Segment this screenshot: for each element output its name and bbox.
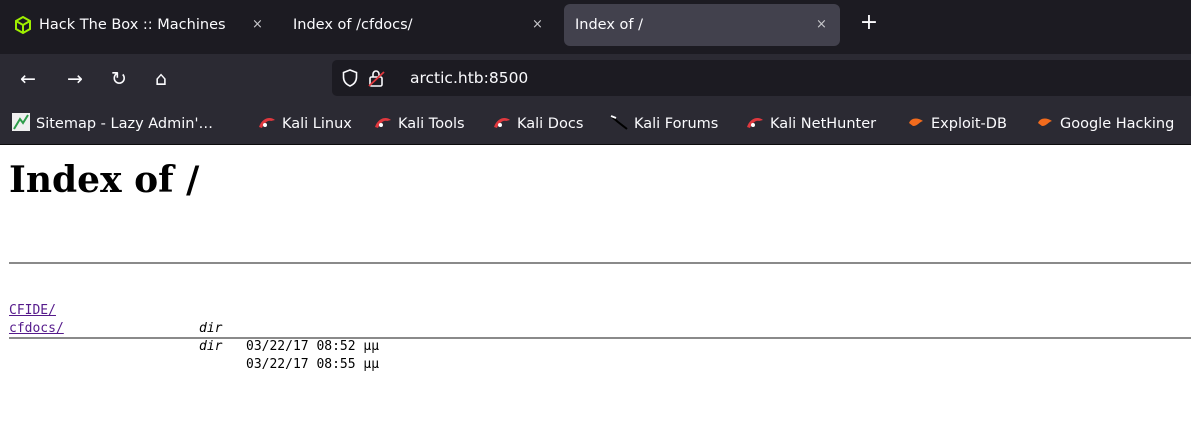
tab-cfdocs[interactable]: Index of /cfdocs/ × — [282, 4, 560, 46]
home-button[interactable]: ⌂ — [146, 64, 176, 94]
kali-icon — [493, 114, 511, 134]
bookmark-label: Exploit-DB — [931, 116, 1007, 132]
kali-dragon-icon — [610, 114, 628, 134]
entry-date: 03/22/17 08:52 μμ — [246, 339, 380, 354]
kali-icon — [258, 114, 276, 134]
bookmark-sitemap[interactable]: Sitemap - Lazy Admin'… — [12, 113, 213, 135]
bookmark-label: Google Hacking — [1060, 116, 1175, 132]
tab-index-root[interactable]: Index of / × — [564, 4, 840, 46]
bookmark-label: Kali Docs — [517, 116, 584, 132]
entry-date: 03/22/17 08:55 μμ — [246, 357, 380, 372]
bookmark-google-hacking[interactable]: Google Hacking — [1036, 113, 1174, 135]
htb-cube-icon — [14, 15, 32, 35]
bookmark-label: Sitemap - Lazy Admin'… — [36, 116, 213, 132]
tab-title: Hack The Box :: Machines — [39, 17, 226, 33]
page-title: Index of / — [9, 159, 200, 201]
exploit-db-icon — [1036, 114, 1054, 134]
kali-icon — [746, 114, 764, 134]
directory-link-cfdocs[interactable]: cfdocs/ — [9, 320, 64, 338]
horizontal-rule — [9, 337, 1191, 339]
bookmark-kali-tools[interactable]: Kali Tools — [374, 113, 465, 135]
tab-title: Index of / — [575, 17, 643, 33]
forward-button[interactable]: → — [60, 64, 90, 94]
insecure-lock-icon[interactable] — [368, 68, 386, 88]
close-icon[interactable]: × — [532, 17, 543, 32]
new-tab-button[interactable]: + — [858, 12, 880, 34]
bookmark-kali-forums[interactable]: Kali Forums — [610, 113, 718, 135]
close-icon[interactable]: × — [816, 17, 827, 32]
tab-title: Index of /cfdocs/ — [293, 17, 413, 33]
entry-type: dir — [199, 321, 223, 336]
entry-type: dir — [199, 339, 223, 354]
tab-hack-the-box[interactable]: Hack The Box :: Machines × — [4, 4, 282, 46]
reload-button[interactable]: ↻ — [104, 64, 134, 94]
bookmarks-toolbar: Sitemap - Lazy Admin'… Kali Linux Kali T… — [0, 104, 1191, 145]
bookmark-label: Kali NetHunter — [770, 116, 877, 132]
bookmark-exploit-db[interactable]: Exploit-DB — [907, 113, 1007, 135]
bookmark-label: Kali Forums — [634, 116, 719, 132]
close-icon[interactable]: × — [252, 17, 263, 32]
kali-icon — [374, 114, 392, 134]
url-text[interactable]: arctic.htb:8500 — [410, 66, 528, 90]
bookmark-kali-nethunter[interactable]: Kali NetHunter — [746, 113, 876, 135]
list-item: CFIDE/ dir 03/22/17 08:52 μμ — [9, 284, 1109, 354]
bookmark-kali-linux[interactable]: Kali Linux — [258, 113, 352, 135]
shield-icon[interactable] — [342, 69, 358, 87]
tab-strip: Hack The Box :: Machines × Index of /cfd… — [0, 0, 1191, 54]
bookmark-label: Kali Linux — [282, 116, 352, 132]
list-item: cfdocs/ dir 03/22/17 08:55 μμ — [9, 302, 1109, 372]
bookmark-kali-docs[interactable]: Kali Docs — [493, 113, 583, 135]
sitemap-favicon — [12, 113, 30, 135]
horizontal-rule — [9, 262, 1191, 264]
back-button[interactable]: ← — [13, 64, 43, 94]
exploit-db-icon — [907, 114, 925, 134]
bookmark-label: Kali Tools — [398, 116, 465, 132]
